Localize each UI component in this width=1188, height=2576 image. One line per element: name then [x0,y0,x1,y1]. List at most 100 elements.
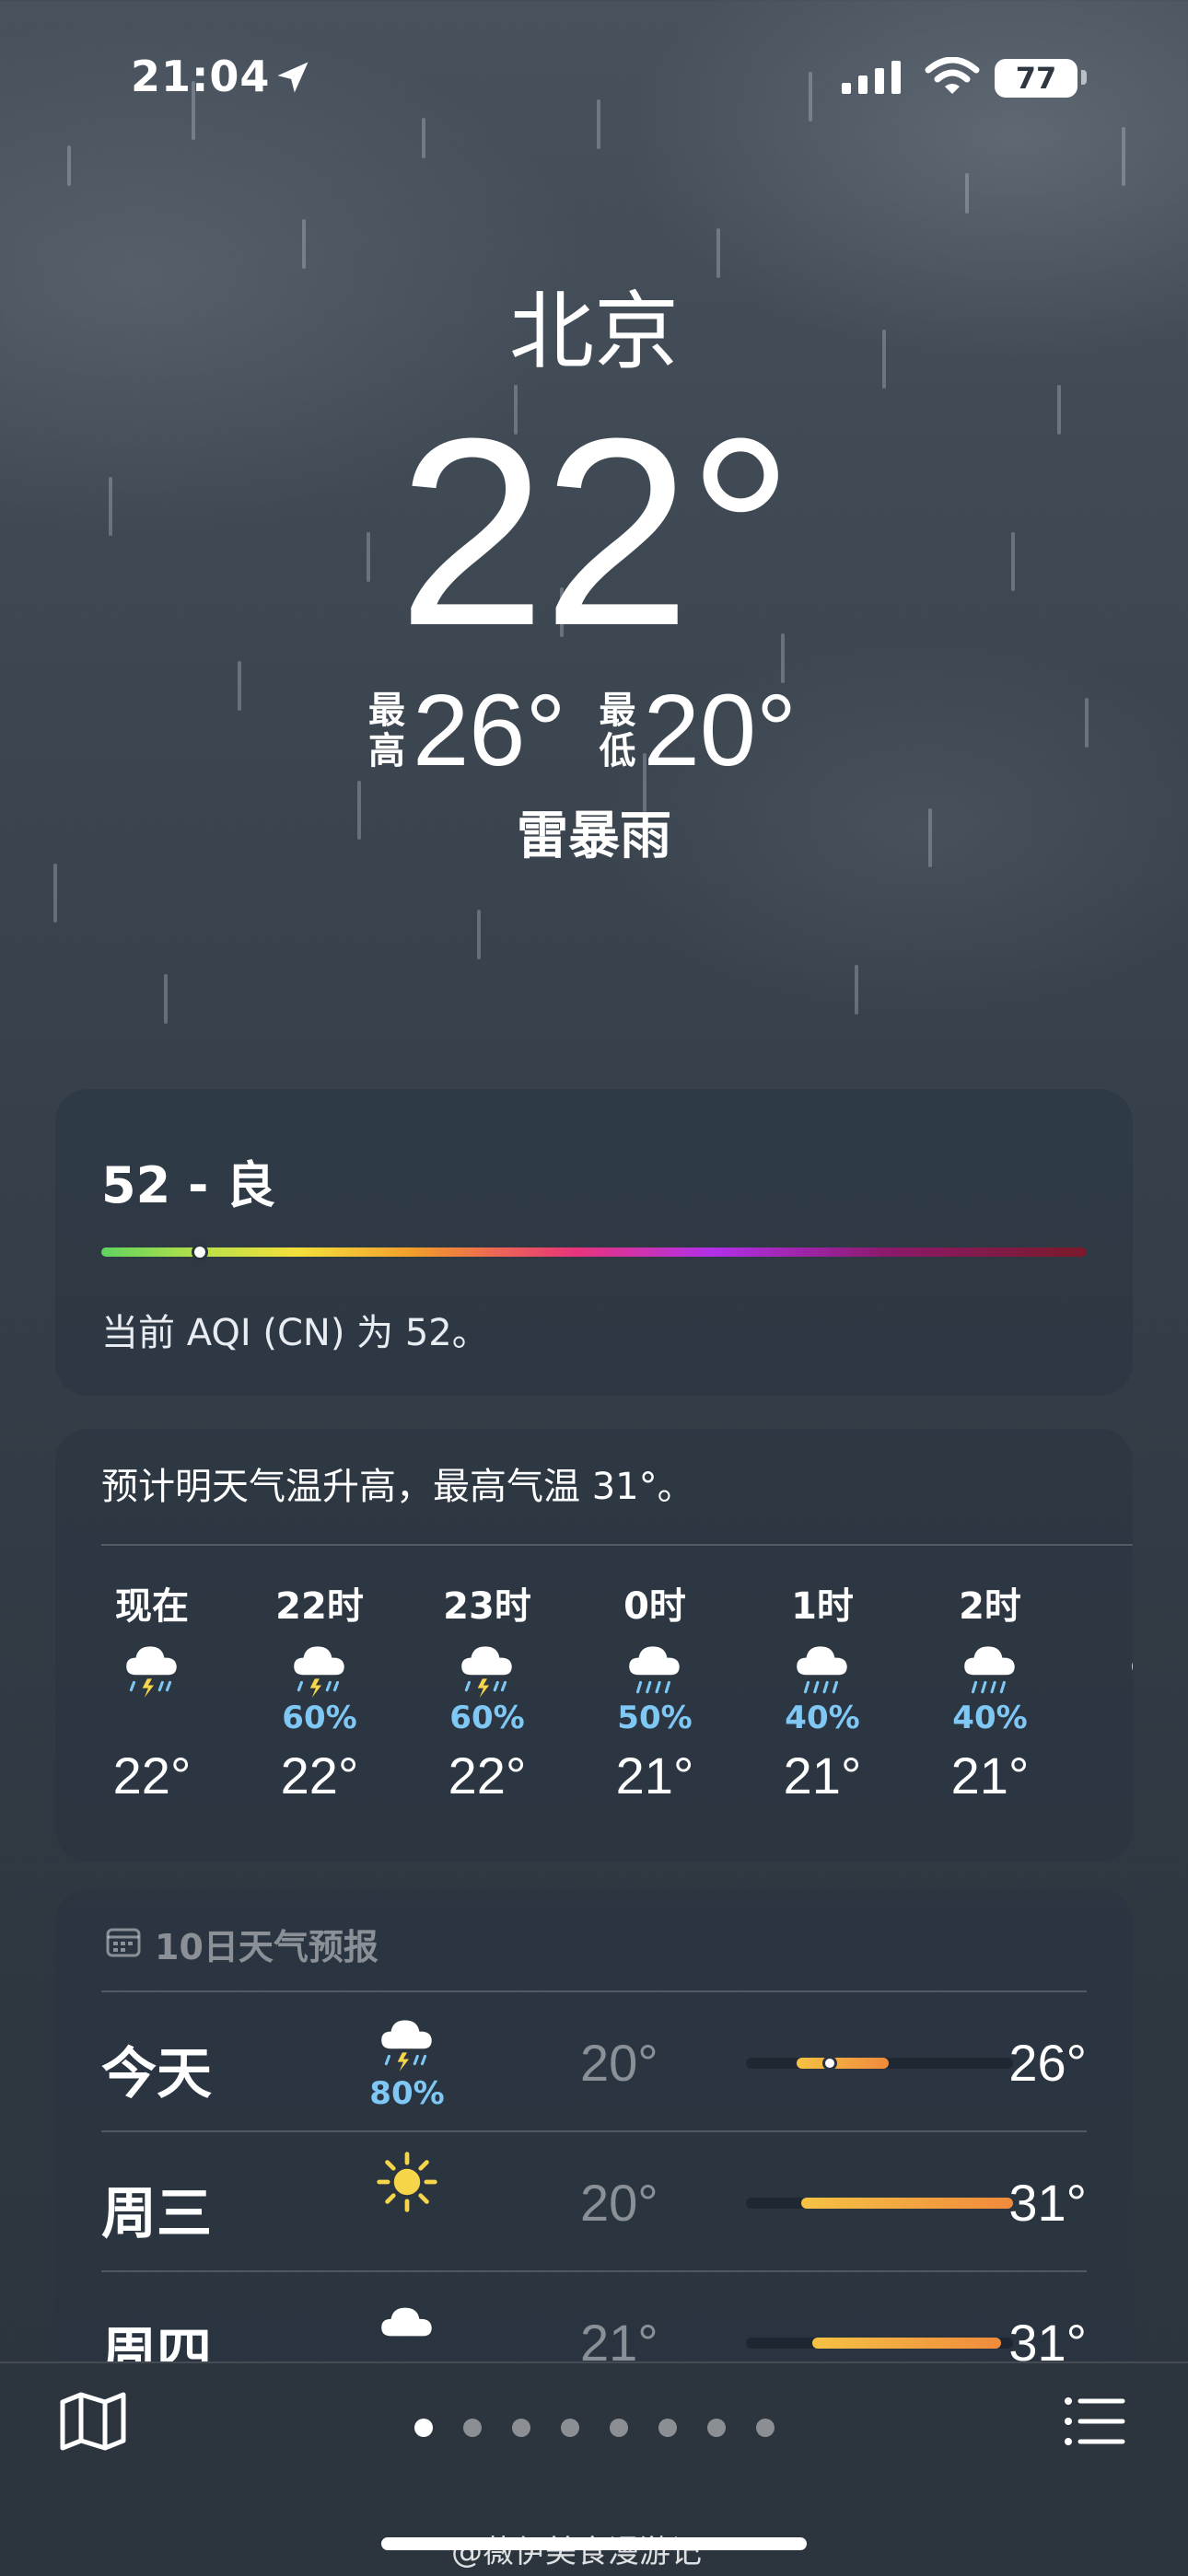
temp-range-track [746,2338,1013,2349]
hour-precip [74,1700,230,1738]
hourly-forecast-card[interactable]: 预计明天气温升高，最高气温 31°。 现在 22° 22时 60% 22° 23时 … [55,1429,1133,1862]
cloud-icon [381,2307,432,2337]
sun-icon [377,2152,437,2212]
hour-label: 1时 [791,1585,854,1628]
hour-icon-wrap [74,1635,230,1700]
battery-cap [1081,70,1087,85]
battery-level: 77 [995,59,1077,98]
hour-precip: 40% [952,1700,1028,1736]
rain-icon [964,1646,1015,1694]
divider [101,1544,1133,1546]
map-icon[interactable] [59,2391,127,2452]
wifi-icon [925,57,980,94]
thunderstorm-icon [126,1646,177,1698]
current-temperature: 22° [397,383,795,681]
page-dot[interactable] [756,2419,775,2437]
hour-icon-wrap [1079,1635,1133,1700]
low-temperature: 20° [643,674,797,787]
high-temperature: 26° [413,674,566,787]
temp-range-fill [812,2338,1001,2349]
forecast-day: 周三 [101,2182,212,2246]
list-icon[interactable] [1064,2396,1126,2446]
weather-condition: 雷暴雨 [517,806,671,866]
air-quality-card[interactable]: 52 - 良 当前 AQI (CN) 为 52。 [55,1089,1133,1396]
temp-range-track [746,2056,1013,2071]
page-dot[interactable] [463,2419,482,2437]
rain-icon [629,1646,680,1694]
hour-label: 2时 [959,1585,1021,1628]
forecast-precip: 80% [369,2075,445,2112]
hour-label: 3 [1079,1576,1133,1622]
page-dot[interactable] [414,2419,433,2437]
page-dot[interactable] [610,2419,628,2437]
city-name: 北京 [508,283,679,381]
hour-icon-wrap [577,1635,733,1700]
hourly-item: 1时 40% 21° [744,1576,901,1805]
hour-temp: 21° [950,1746,1030,1804]
aqi-gradient-bar [101,1247,1087,1257]
current-weather: 北京 22° 最高 26° 最低 20° 雷暴雨 [0,283,1188,867]
hour-precip: 60% [282,1700,357,1736]
temp-range-track [746,2198,1013,2209]
aqi-description: 当前 AQI (CN) 为 52。 [101,1312,489,1354]
hourly-item: 23时 60% 22° [409,1576,565,1805]
forecast-icon-wrap: 80% [361,2009,453,2112]
location-arrow-icon [277,62,309,93]
rain-icon [797,1646,847,1694]
page-dot[interactable] [707,2419,726,2437]
hour-temp: 22° [112,1746,192,1804]
hour-icon-wrap [241,1635,398,1700]
hourly-summary: 预计明天气温升高，最高气温 31°。 [101,1466,694,1508]
low-label: 最低 [599,689,636,772]
hour-label: 23时 [443,1585,531,1628]
hour-temp: 2 [1079,1746,1133,1805]
forecast-icon-wrap [361,2149,453,2215]
calendar-icon [106,1928,141,1957]
forecast-low: 20° [580,2174,658,2232]
hour-temp: 21° [783,1746,862,1804]
thunderstorm-icon [381,2020,432,2071]
hourly-item: 0时 50% 21° [577,1576,733,1805]
forecast-icon-wrap [361,2289,453,2355]
hour-label: 现在 [115,1585,189,1628]
status-bar: 21:04 77 [0,52,1188,107]
hour-precip: 30 [1079,1700,1133,1738]
forecast-title: 10日天气预报 [155,1927,379,1967]
hour-precip: 50% [617,1700,693,1736]
aqi-indicator-dot [192,1244,208,1260]
cellular-signal-icon [842,61,901,94]
hour-temp: 22° [448,1746,527,1804]
hour-label: 22时 [275,1585,364,1628]
page-dot[interactable] [658,2419,677,2437]
hour-precip: 60% [449,1700,525,1736]
hourly-item: 22时 60% 22° [241,1576,398,1805]
hourly-scroll[interactable]: 现在 22° 22时 60% 22° 23时 60% 22° 0时 50% 21° 1 [55,1576,1133,1852]
hour-label: 0时 [623,1585,686,1628]
rain-icon [1132,1662,1133,1671]
hourly-item: 2时 40% 21° [912,1576,1068,1805]
page-dot[interactable] [561,2419,579,2437]
temp-range-fill [801,2198,1013,2209]
page-dot[interactable] [512,2419,530,2437]
hour-precip: 40% [785,1700,860,1736]
thunderstorm-icon [294,1646,344,1698]
hourly-item: 3 30 2 [1079,1576,1133,1805]
high-label: 最高 [368,689,406,772]
hour-icon-wrap [912,1635,1068,1700]
forecast-row[interactable]: 周三 20° 31° [101,2130,1087,2270]
current-temp-dot [822,2056,837,2071]
forecast-high: 26° [1008,2034,1087,2092]
forecast-high: 31° [1008,2174,1087,2232]
forecast-low: 20° [580,2034,658,2092]
aqi-title: 52 - 良 [101,1156,276,1214]
high-low: 最高 26° 最低 20° [0,672,1188,789]
status-time: 21:04 [131,52,271,101]
forecast-day: 今天 [101,2042,212,2106]
watermark: @薇伊美食漫游记 [451,2534,702,2570]
temp-range-fill [797,2058,889,2069]
hourly-item: 现在 22° [74,1576,230,1805]
hour-temp: 22° [280,1746,359,1804]
hour-icon-wrap [409,1635,565,1700]
thunderstorm-icon [461,1646,512,1698]
forecast-row[interactable]: 今天 80% 20° 26° [101,1990,1087,2130]
